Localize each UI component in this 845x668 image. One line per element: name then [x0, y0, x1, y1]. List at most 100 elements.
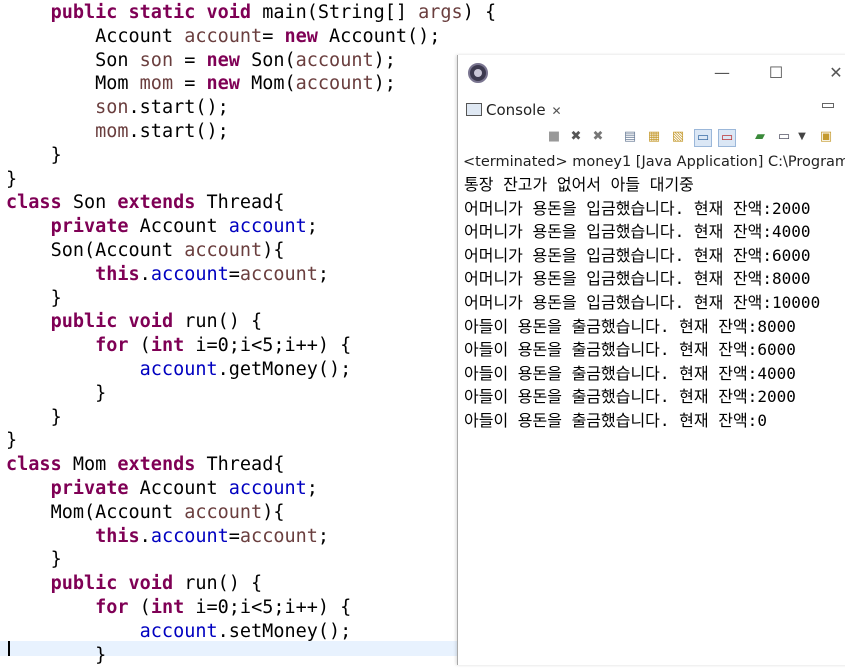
- code-token: Mom: [72, 454, 118, 476]
- code-token: Son: [95, 49, 140, 71]
- console-icon: [466, 103, 482, 116]
- view-minimize-icon[interactable]: [822, 103, 834, 108]
- code-token: account: [295, 49, 374, 71]
- pin-console-icon[interactable]: ▰: [752, 129, 768, 145]
- code-token: account: [139, 359, 218, 380]
- code-token: Thread{: [206, 454, 285, 476]
- console-output-line: 어머니가 용돈을 입금했습니다. 현재 잔액:2000: [464, 198, 811, 218]
- code-token: .start();: [128, 97, 229, 119]
- code-token: Account();: [329, 25, 441, 47]
- code-token: account: [228, 216, 307, 238]
- code-token: private: [50, 216, 140, 238]
- code-token: account: [150, 263, 229, 285]
- code-token: Thread{: [206, 192, 285, 214]
- display-console-icon[interactable]: ▭: [776, 129, 792, 145]
- console-output-line: 어머니가 용돈을 입금했습니다. 현재 잔액:8000: [464, 269, 811, 289]
- code-token: );: [373, 49, 396, 71]
- code-token: void: [206, 2, 263, 23]
- code-token: =: [262, 25, 285, 47]
- code-line: for (int i=0;i<5;i++) {: [6, 334, 351, 358]
- code-token: }: [6, 168, 18, 190]
- code-token: private: [50, 478, 140, 499]
- show-stdout-icon[interactable]: ▭: [694, 129, 712, 147]
- console-toolbar: ■ ✖ ✖ ▤ ▦ ▧ ▭ ▭ ▰ ▭ ▼ ▣: [458, 125, 845, 151]
- tab-console[interactable]: Console ✕: [462, 97, 568, 123]
- code-token: Son(: [251, 49, 296, 71]
- minimize-button[interactable]: —: [710, 61, 734, 85]
- code-token: ;: [317, 525, 330, 547]
- code-token: Son(Account: [50, 240, 185, 261]
- code-line: son.start();: [6, 96, 229, 120]
- code-token: mom: [95, 121, 129, 142]
- code-token: }: [50, 406, 62, 428]
- code-token: =: [228, 263, 240, 285]
- console-output-line: 어머니가 용돈을 입금했습니다. 현재 잔액:6000: [464, 245, 811, 265]
- code-token: public: [50, 573, 129, 595]
- code-line: }: [6, 168, 17, 192]
- console-window: — ☐ ✕ Console ✕ ■ ✖ ✖ ▤ ▦ ▧ ▭ ▭ ▰ ▭ ▼ ▣ <…: [457, 55, 845, 665]
- code-token: }: [95, 644, 107, 666]
- tab-console-label: Console: [486, 101, 546, 119]
- code-token: ;: [306, 478, 318, 499]
- code-token: (: [139, 335, 151, 357]
- console-output-line: 아들이 용돈을 출금했습니다. 현재 잔액:4000: [464, 363, 796, 383]
- scroll-lock-icon[interactable]: ▦: [646, 129, 662, 145]
- code-token: account: [295, 73, 374, 95]
- code-token: Account: [139, 478, 229, 499]
- code-line: this.account=account;: [6, 525, 329, 549]
- code-line: }: [6, 548, 62, 572]
- open-console-icon[interactable]: ▣: [818, 129, 834, 145]
- code-token: extends: [117, 192, 207, 214]
- code-token: class: [6, 192, 73, 214]
- maximize-button[interactable]: ☐: [764, 61, 788, 85]
- code-token: main(String[]: [262, 2, 419, 23]
- code-line: account.getMoney();: [6, 358, 352, 382]
- code-token: .start();: [128, 121, 229, 142]
- code-token: args: [418, 2, 463, 23]
- code-line: Account account= new Account();: [6, 25, 440, 49]
- code-token: }: [50, 144, 62, 166]
- close-button[interactable]: ✕: [824, 61, 845, 85]
- dropdown-icon[interactable]: ▼: [794, 129, 810, 145]
- code-token: i=0;i<5;i++) {: [195, 335, 352, 357]
- code-line: }: [6, 406, 62, 430]
- code-line: }: [6, 382, 106, 406]
- code-token: public: [50, 2, 129, 23]
- remove-all-icon[interactable]: ✖: [590, 129, 606, 145]
- code-token: .setMoney();: [217, 620, 352, 642]
- code-token: account: [239, 263, 318, 285]
- show-stderr-icon[interactable]: ▭: [718, 129, 736, 147]
- tab-close-icon[interactable]: ✕: [552, 104, 562, 118]
- code-line: class Son extends Thread{: [6, 191, 284, 215]
- code-token: .: [139, 263, 151, 285]
- terminate-icon[interactable]: ■: [546, 129, 562, 145]
- code-token: (: [139, 597, 151, 618]
- code-line: account.setMoney();: [6, 620, 352, 644]
- code-token: for: [95, 335, 140, 357]
- remove-launch-icon[interactable]: ✖: [568, 129, 584, 145]
- code-token: void: [128, 311, 185, 333]
- word-wrap-icon[interactable]: ▧: [670, 129, 686, 145]
- code-token: int: [150, 335, 196, 357]
- code-token: run() {: [184, 573, 263, 595]
- code-token: ){: [262, 240, 285, 261]
- code-token: );: [373, 73, 396, 95]
- code-line: this.account=account;: [6, 263, 329, 287]
- code-token: account: [239, 525, 318, 547]
- code-line: }: [6, 429, 17, 453]
- window-titlebar[interactable]: — ☐ ✕: [458, 55, 845, 91]
- code-token: ;: [306, 216, 318, 238]
- code-token: }: [95, 382, 107, 404]
- clear-console-icon[interactable]: ▤: [622, 129, 638, 145]
